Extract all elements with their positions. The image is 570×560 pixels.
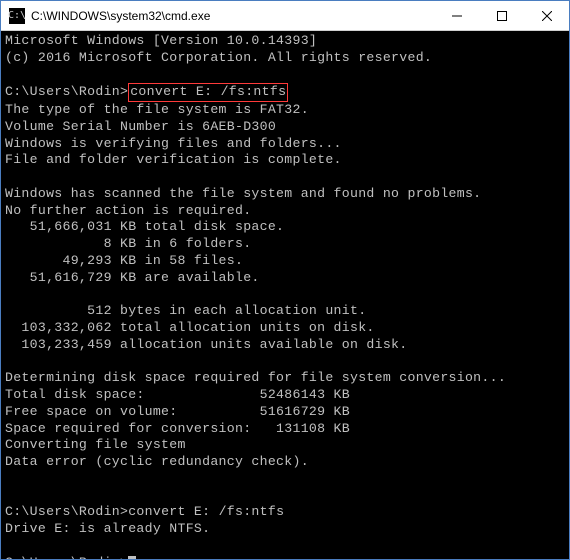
prompt-3: C:\Users\Rodin> [5,555,136,559]
output-line: 51,616,729 KB are available. [5,270,260,285]
output-line: Volume Serial Number is 6AEB-D300 [5,119,276,134]
output-line: The type of the file system is FAT32. [5,102,309,117]
output-line: 512 bytes in each allocation unit. [5,303,366,318]
minimize-icon [452,11,462,21]
output-line: 8 KB in 6 folders. [5,236,251,251]
output-line: 51,666,031 KB total disk space. [5,219,284,234]
close-icon [542,11,552,21]
window-controls [434,1,569,30]
output-line: 103,332,062 total allocation units on di… [5,320,375,335]
output-line: Determining disk space required for file… [5,370,506,385]
highlighted-command: convert E: /fs:ntfs [128,83,288,102]
prompt-1: C:\Users\Rodin>convert E: /fs:ntfs [5,84,288,99]
output-line: Converting file system [5,437,186,452]
terminal-content[interactable]: Microsoft Windows [Version 10.0.14393] (… [1,31,569,559]
minimize-button[interactable] [434,1,479,30]
output-line: Free space on volume: 51616729 KB [5,404,350,419]
prompt-path: C:\Users\Rodin> [5,555,128,559]
cursor [128,556,136,559]
prompt-path: C:\Users\Rodin> [5,504,128,519]
command-text: convert E: /fs:ntfs [128,504,284,519]
output-line: 103,233,459 allocation units available o… [5,337,407,352]
output-line: Total disk space: 52486143 KB [5,387,350,402]
output-line: Space required for conversion: 131108 KB [5,421,350,436]
prompt-path: C:\Users\Rodin> [5,84,128,99]
output-line: Drive E: is already NTFS. [5,521,210,536]
output-line: No further action is required. [5,203,251,218]
output-line: Windows is verifying files and folders..… [5,136,342,151]
maximize-icon [497,11,507,21]
cmd-window: C:\ C:\WINDOWS\system32\cmd.exe Microsof… [0,0,570,560]
output-line: File and folder verification is complete… [5,152,342,167]
version-line: Microsoft Windows [Version 10.0.14393] [5,33,317,48]
prompt-2: C:\Users\Rodin>convert E: /fs:ntfs [5,504,284,519]
output-line: Windows has scanned the file system and … [5,186,481,201]
output-line: 49,293 KB in 58 files. [5,253,243,268]
copyright-line: (c) 2016 Microsoft Corporation. All righ… [5,50,432,65]
titlebar[interactable]: C:\ C:\WINDOWS\system32\cmd.exe [1,1,569,31]
output-line: Data error (cyclic redundancy check). [5,454,309,469]
window-title: C:\WINDOWS\system32\cmd.exe [31,9,434,23]
maximize-button[interactable] [479,1,524,30]
close-button[interactable] [524,1,569,30]
cmd-icon: C:\ [9,8,25,24]
